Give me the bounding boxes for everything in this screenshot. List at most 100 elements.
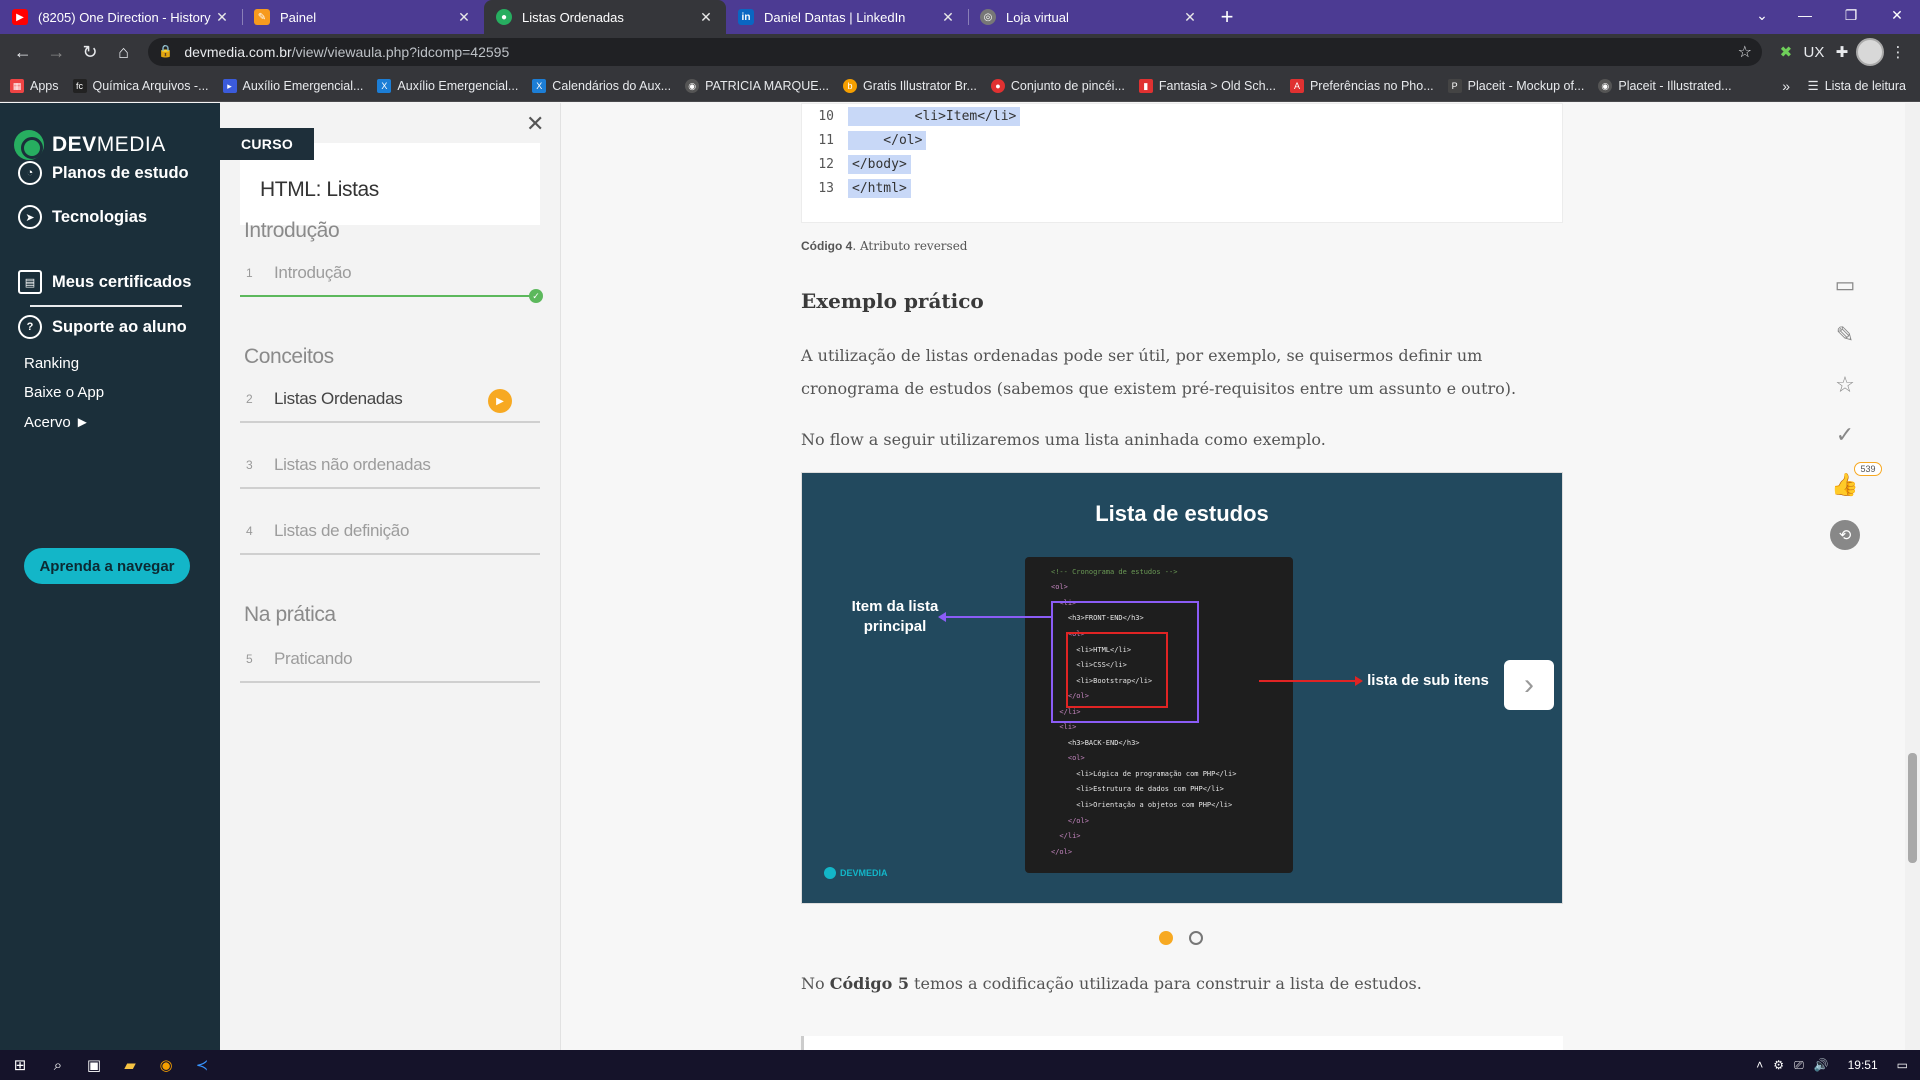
extension-icon[interactable]: UX — [1800, 38, 1828, 66]
tray-app-icon[interactable]: ⚙ — [1773, 1058, 1784, 1072]
task-view-icon[interactable]: ▣ — [76, 1050, 112, 1080]
chevron-up-icon[interactable]: ˄ — [1756, 1058, 1763, 1072]
lock-icon[interactable]: 🔒 — [158, 44, 174, 60]
bookmark-item[interactable]: b Gratis Illustrator Br... — [842, 78, 977, 93]
system-tray: ˄ ⚙ ⎚ 🔊 19:51 ▭ — [1751, 1050, 1920, 1080]
vscode-icon[interactable]: ≺ — [184, 1050, 220, 1080]
bookmark-item[interactable]: A Preferências no Pho... — [1289, 78, 1434, 93]
devmedia-logo[interactable]: DEVMEDIA — [14, 130, 166, 160]
bookmarks-overflow-icon[interactable]: » — [1782, 78, 1790, 94]
close-icon[interactable]: ✕ — [456, 9, 472, 26]
check-circle-icon[interactable]: ✓ — [1830, 420, 1860, 450]
bookmark-item[interactable]: ◉ Placeit - Illustrated... — [1598, 78, 1732, 93]
close-icon[interactable]: ✕ — [698, 9, 714, 26]
window-close-button[interactable]: ✕ — [1874, 0, 1920, 30]
play-icon[interactable]: ▶ — [488, 389, 512, 413]
chart-icon: ◔ — [18, 161, 42, 185]
bookmark-item[interactable]: ▸ Auxílio Emergencial... — [222, 78, 363, 93]
menu-kebab-icon[interactable]: ⋮ — [1884, 38, 1912, 66]
browser-tab[interactable]: ▶ (8205) One Direction - History (C ✕ — [0, 0, 242, 34]
speaker-icon[interactable]: 🔊 — [1814, 1058, 1829, 1072]
paragraph: No Código 5 temos a codificação utilizad… — [801, 974, 1422, 993]
bookmark-item[interactable]: ◉ PATRICIA MARQUE... — [685, 78, 829, 93]
extension-icon[interactable]: ✖ — [1772, 38, 1800, 66]
browser-tab[interactable]: in Daniel Dantas | LinkedIn ✕ — [726, 0, 968, 34]
network-icon[interactable]: ⎚ — [1794, 1058, 1804, 1073]
bookmark-favicon-icon: ● — [990, 78, 1005, 93]
carousel-dot-active[interactable] — [1159, 931, 1173, 945]
lesson-item[interactable]: 3 Listas não ordenadas — [240, 443, 540, 489]
carousel-dot[interactable] — [1189, 931, 1203, 945]
carousel-next-button[interactable]: › — [1504, 660, 1554, 710]
home-button[interactable]: ⌂ — [109, 37, 139, 67]
tab-search-icon[interactable]: ⌄ — [1742, 0, 1782, 30]
windows-start-icon[interactable]: ⊞ — [0, 1050, 40, 1080]
browser-tab[interactable]: ◎ Loja virtual ✕ — [968, 0, 1210, 34]
star-icon[interactable]: ☆ — [1830, 370, 1860, 400]
search-icon[interactable]: ⌕ — [40, 1050, 76, 1080]
share-icon[interactable]: ⟲ — [1830, 520, 1860, 550]
browser-tab-active[interactable]: ● Listas Ordenadas ✕ — [484, 0, 726, 34]
slide-code-line: </li> — [1051, 832, 1081, 840]
restore-button[interactable]: ❐ — [1828, 0, 1874, 30]
chevron-right-icon: › — [1524, 668, 1534, 701]
scrollbar-thumb[interactable] — [1908, 753, 1917, 863]
bookmark-item[interactable]: P Placeit - Mockup of... — [1447, 78, 1584, 93]
slide-label-left: Item da lista principal — [851, 598, 939, 635]
minimize-button[interactable]: — — [1782, 0, 1828, 30]
browser-tab[interactable]: ✎ Painel ✕ — [242, 0, 484, 34]
new-tab-button[interactable]: + — [1210, 0, 1244, 34]
nav-tecnologias[interactable]: ➤ Tecnologias — [18, 205, 147, 229]
bookmark-item[interactable]: X Calendários do Aux... — [532, 78, 671, 93]
bookmark-apps[interactable]: ▦ Apps — [10, 78, 59, 93]
slide-code-line: <!-- Cronograma de estudos --> — [1051, 568, 1178, 576]
nav-ranking[interactable]: Ranking — [24, 355, 79, 372]
puzzle-icon[interactable]: ✚ — [1828, 38, 1856, 66]
bookmark-star-icon[interactable]: ☆ — [1738, 42, 1752, 62]
nav-planos-de-estudo[interactable]: ◔ Planos de estudo — [18, 161, 189, 185]
reading-list-button[interactable]: ☰ Lista de leitura — [1807, 78, 1906, 94]
comment-icon[interactable]: ▭ — [1830, 270, 1860, 300]
back-button[interactable]: ← — [8, 37, 38, 67]
adobe-icon: A — [1289, 78, 1304, 93]
forward-button[interactable]: → — [42, 37, 72, 67]
bookmark-item[interactable]: ▮ Fantasia > Old Sch... — [1138, 78, 1276, 93]
close-icon[interactable]: ✕ — [1182, 9, 1198, 26]
lesson-item-current[interactable]: 2 Listas Ordenadas ▶ — [240, 377, 540, 423]
bookmark-item[interactable]: X Auxílio Emergencial... — [377, 78, 518, 93]
lesson-item[interactable]: 1 Introdução ✓ — [240, 251, 543, 303]
slide-code-line: <ol> — [1051, 754, 1085, 762]
slide-code-panel: <!-- Cronograma de estudos --> <ol> <li>… — [1025, 557, 1293, 873]
nav-suporte-ao-aluno[interactable]: ? Suporte ao aluno — [18, 315, 187, 339]
file-explorer-icon[interactable]: ▰ — [112, 1050, 148, 1080]
close-icon[interactable]: ✕ — [526, 111, 544, 137]
close-icon[interactable]: ✕ — [940, 9, 956, 26]
reload-button[interactable]: ↻ — [75, 37, 105, 67]
address-bar[interactable]: 🔒 devmedia.com.br /view/viewaula.php?idc… — [148, 38, 1762, 66]
notes-icon[interactable]: ✎ — [1830, 320, 1860, 350]
bookmark-favicon-icon: X — [532, 78, 547, 93]
thumbs-up-icon[interactable]: 👍 539 — [1830, 462, 1882, 500]
bookmark-item[interactable]: fc Química Arquivos -... — [72, 78, 209, 93]
reading-list-icon: ☰ — [1807, 79, 1819, 93]
extensions-area: ✖ UX ✚ ⋮ — [1772, 38, 1912, 66]
profile-avatar[interactable] — [1855, 38, 1884, 66]
nav-baixe-o-app[interactable]: Baixe o App — [24, 384, 104, 401]
bookmark-favicon-icon: b — [842, 78, 857, 93]
bookmark-item[interactable]: ● Conjunto de pincéi... — [990, 78, 1125, 93]
lesson-item[interactable]: 4 Listas de definição — [240, 509, 540, 555]
window-controls: ⌄ — ❐ ✕ — [1742, 0, 1920, 30]
bookmark-favicon-icon: ▮ — [1138, 78, 1153, 93]
section-title: Introdução — [244, 219, 340, 242]
carousel-dots — [1159, 931, 1219, 945]
lesson-item[interactable]: 5 Praticando — [240, 637, 540, 683]
aprenda-a-navegar-button[interactable]: Aprenda a navegar — [24, 548, 190, 584]
nav-acervo[interactable]: Acervo ► — [24, 414, 90, 431]
clock[interactable]: 19:51 — [1848, 1058, 1878, 1072]
notifications-icon[interactable]: ▭ — [1897, 1058, 1908, 1072]
highlight-box-sub-items — [1066, 632, 1168, 708]
chrome-icon[interactable]: ◉ — [148, 1050, 184, 1080]
nav-meus-certificados[interactable]: ▤ Meus certificados — [18, 270, 191, 294]
page-scrollbar[interactable] — [1905, 103, 1920, 1050]
close-icon[interactable]: ✕ — [214, 9, 230, 26]
